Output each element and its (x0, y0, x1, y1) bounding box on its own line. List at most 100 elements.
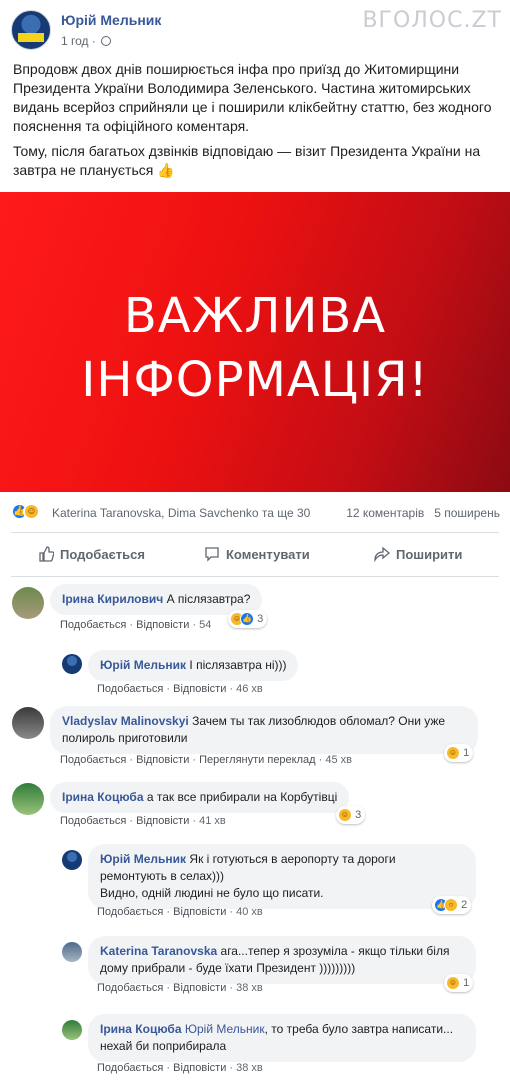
comment-reply-link[interactable]: Відповісти (173, 906, 226, 918)
commenter-name[interactable]: Юрій Мельник (100, 852, 186, 866)
haha-icon: ☺ (446, 746, 460, 761)
comment-bubble: Юрій Мельник Як і готуються в аеропорту … (88, 844, 476, 909)
comment-time[interactable]: 45 хв (325, 754, 352, 766)
share-button[interactable]: Поширити (374, 546, 462, 562)
comment-reply: Ірина Коцюба Юрій Мельник, то треба було… (0, 1014, 510, 1080)
commenter-avatar[interactable] (12, 707, 44, 739)
comment-reply-link[interactable]: Відповісти (173, 683, 226, 695)
commenter-name[interactable]: Ірина Коцюба (100, 1022, 182, 1036)
comment-time[interactable]: 54 (199, 619, 211, 631)
thumbs-up-icon: 👍 (157, 162, 175, 178)
comment-footer: Подобається · Відповісти · 41 хв (60, 815, 226, 827)
comment-reactions-badge[interactable]: ☺ 1 (444, 744, 474, 762)
comment-reply: Katerina Taranovska ага...тепер я зрозум… (0, 936, 510, 1000)
post-actions: Подобається Коментувати Поширити (0, 538, 510, 574)
post-meta: 1 год · (61, 34, 112, 48)
comment-reply-link[interactable]: Відповісти (136, 754, 189, 766)
comment-time[interactable]: 40 хв (236, 906, 263, 918)
comment-reply: Юрій Мельник Як і готуються в аеропорту … (0, 844, 510, 924)
comment-like-link[interactable]: Подобається (97, 683, 163, 695)
comment-text: І післязавтра ні))) (189, 658, 287, 672)
comment-bubble: Vladyslav Malinovskyi Зачем ты так лизоб… (50, 706, 478, 754)
comment-text: а так все прибирали на Корбутівці (146, 790, 338, 804)
comment-footer: Подобається · Відповісти · 38 хв (97, 982, 263, 994)
post-time[interactable]: 1 год (61, 34, 89, 48)
commenter-avatar[interactable] (12, 587, 44, 619)
comments-count[interactable]: 12 коментарів (346, 506, 424, 520)
post-body: Впродовж двох днів поширюється інфа про … (13, 60, 499, 186)
wow-icon: ○ (444, 898, 458, 913)
author-avatar[interactable] (11, 10, 51, 50)
comment-reactions-badge[interactable]: ☺👍 3 (228, 610, 268, 628)
comment-footer: Подобається · Відповісти · 40 хв (97, 906, 263, 918)
watermark-logo: ВГОЛОС.ZT (362, 8, 502, 33)
comment-reply-link[interactable]: Відповісти (136, 815, 189, 827)
comment-footer: Подобається · Відповісти · Переглянути п… (60, 754, 352, 766)
commenter-name[interactable]: Юрій Мельник (100, 658, 186, 672)
comment-reply-link[interactable]: Відповісти (136, 619, 189, 631)
comment-text: А післязавтра? (166, 592, 251, 606)
commenter-name[interactable]: Ірина Кирилович (62, 592, 163, 606)
divider (11, 576, 499, 577)
banner-line-1: ВАЖЛИВА (123, 288, 387, 344)
comment-bubble: Ірина Коцюба Юрій Мельник, то треба було… (88, 1014, 476, 1062)
comment-button[interactable]: Коментувати (204, 546, 310, 562)
like-button[interactable]: Подобається (38, 546, 145, 562)
comment: Vladyslav Malinovskyi Зачем ты так лизоб… (0, 706, 510, 770)
comment-like-link[interactable]: Подобається (97, 1062, 163, 1074)
comment-reply-link[interactable]: Відповісти (173, 1062, 226, 1074)
commenter-avatar[interactable] (62, 942, 82, 962)
comment-bubble: Юрій Мельник І післязавтра ні))) (88, 650, 299, 681)
comment: Ірина Коцюба а так все прибирали на Корб… (0, 782, 510, 832)
comment-icon (205, 547, 219, 562)
post-paragraph-2: Тому, після багатьох дзвінків відповідаю… (13, 143, 481, 178)
reacted-by[interactable]: Katerina Taranovska, Dima Savchenko та щ… (52, 506, 310, 520)
commenter-name[interactable]: Katerina Taranovska (100, 944, 217, 958)
haha-icon: ☺ (338, 808, 352, 823)
post-header: Юрій Мельник 1 год · ВГОЛОС.ZT (0, 0, 510, 55)
comment-like-link[interactable]: Подобається (60, 754, 126, 766)
post-image[interactable]: ВАЖЛИВА ІНФОРМАЦІЯ! (0, 192, 510, 492)
comment-reactions-badge[interactable]: ☺ 1 (444, 974, 474, 992)
comment-like-link[interactable]: Подобається (97, 982, 163, 994)
comment-like-link[interactable]: Подобається (60, 815, 126, 827)
comment-reply-link[interactable]: Відповісти (173, 982, 226, 994)
engagement-counts: 12 коментарів 5 поширень (346, 506, 500, 520)
commenter-avatar[interactable] (62, 1020, 82, 1040)
divider (11, 532, 499, 533)
comment: Ірина Кирилович А післязавтра? Подобаєть… (0, 584, 510, 644)
comment-footer: Подобається · Відповісти · 38 хв (97, 1062, 263, 1074)
share-icon (374, 546, 390, 562)
globe-icon (101, 36, 112, 46)
like-icon (39, 546, 54, 562)
haha-icon: ☺ (23, 503, 40, 520)
commenter-avatar[interactable] (62, 654, 82, 674)
comment-reply: Юрій Мельник І післязавтра ні))) Подобає… (0, 646, 510, 696)
haha-icon: ☺ (446, 976, 460, 991)
comment-text-line-2: Видно, одній людині не було що писати. (100, 886, 324, 900)
post-paragraph-1: Впродовж двох днів поширюється інфа про … (13, 61, 492, 134)
see-translation-link[interactable]: Переглянути переклад (199, 754, 315, 766)
commenter-name[interactable]: Vladyslav Malinovskyi (62, 714, 189, 728)
mention-link[interactable]: Юрій Мельник (185, 1022, 265, 1036)
comment-reactions-badge[interactable]: 👍 ○ 2 (432, 896, 472, 914)
comment-reactions-badge[interactable]: ☺ 3 (336, 806, 366, 824)
comment-time[interactable]: 38 хв (236, 1062, 263, 1074)
commenter-avatar[interactable] (12, 783, 44, 815)
banner-line-2: ІНФОРМАЦІЯ! (81, 352, 429, 408)
comment-like-link[interactable]: Подобається (97, 906, 163, 918)
comment-bubble: Katerina Taranovska ага...тепер я зрозум… (88, 936, 476, 984)
comment-time[interactable]: 46 хв (236, 683, 263, 695)
comment-time[interactable]: 41 хв (199, 815, 226, 827)
shares-count[interactable]: 5 поширень (434, 506, 500, 520)
commenter-name[interactable]: Ірина Коцюба (62, 790, 144, 804)
like-icon: 👍 (240, 612, 254, 627)
reactions-summary: 👍☺ Katerina Taranovska, Dima Savchenko т… (0, 498, 510, 526)
post-author[interactable]: Юрій Мельник (61, 12, 161, 28)
comment-footer: Подобається · Відповісти · 46 хв (97, 683, 263, 695)
comment-bubble: Ірина Коцюба а так все прибирали на Корб… (50, 782, 350, 813)
reaction-icons[interactable]: 👍☺ (11, 503, 40, 520)
commenter-avatar[interactable] (62, 850, 82, 870)
comment-like-link[interactable]: Подобається (60, 619, 126, 631)
comment-time[interactable]: 38 хв (236, 982, 263, 994)
